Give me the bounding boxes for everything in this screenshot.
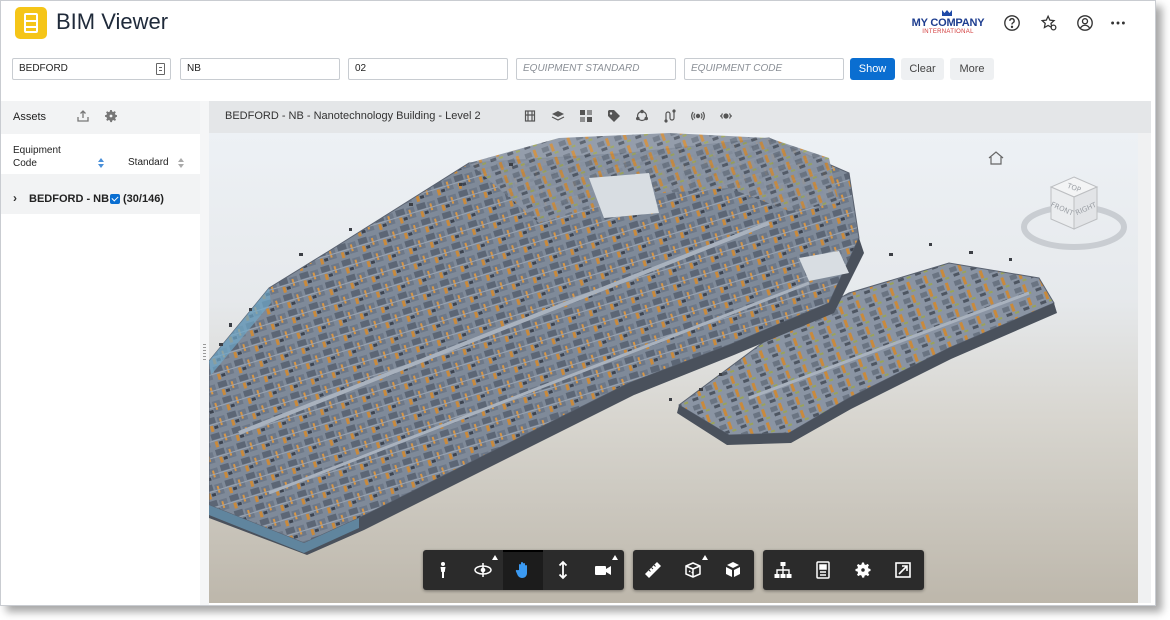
- floor-field[interactable]: 02: [348, 58, 508, 80]
- navigation-toolbar: [423, 550, 624, 590]
- app-header: BIM Viewer MY COMPANY INTERNATIONAL: [1, 1, 1155, 47]
- building-field[interactable]: NB: [180, 58, 340, 80]
- tree-node-checkbox[interactable]: [110, 194, 120, 204]
- viewer-title: BEDFORD - NB - Nanotechnology Building -…: [225, 110, 481, 122]
- value-help-icon[interactable]: [156, 63, 165, 75]
- show-button[interactable]: Show: [850, 58, 895, 80]
- model-viewport[interactable]: TOP FRONT RIGHT: [209, 133, 1138, 603]
- favorite-settings-icon[interactable]: [1039, 13, 1059, 33]
- viewer-scrollbar[interactable]: [1138, 133, 1151, 603]
- first-person-icon[interactable]: [423, 550, 463, 590]
- sensor-icon[interactable]: [691, 109, 705, 123]
- equipment-code-column[interactable]: Equipment Code: [13, 144, 83, 170]
- panel-splitter[interactable]: [200, 101, 209, 605]
- view-cube[interactable]: TOP FRONT RIGHT: [1019, 163, 1129, 253]
- filter-bar: BEDFORD NB 02 EQUIPMENT STANDARD EQUIPME…: [1, 58, 1155, 82]
- splitter-grip-icon[interactable]: [203, 344, 206, 362]
- user-account-icon[interactable]: [1075, 13, 1095, 33]
- orbit-icon[interactable]: [463, 550, 503, 590]
- connected-icon[interactable]: [719, 109, 733, 123]
- more-button[interactable]: More: [950, 58, 994, 80]
- site-field-value: BEDFORD: [19, 63, 68, 74]
- assets-panel: Assets Equipment Code Standard › BEDFORD…: [1, 101, 200, 605]
- floor-plan-icon[interactable]: [523, 109, 537, 123]
- tree-row[interactable]: › BEDFORD - NB (30/146): [1, 187, 200, 209]
- company-logo: MY COMPANY INTERNATIONAL: [909, 10, 987, 37]
- pan-icon[interactable]: [503, 550, 543, 590]
- assets-panel-title: Assets: [13, 111, 47, 123]
- section-icon[interactable]: [673, 550, 713, 590]
- equipment-code-placeholder: EQUIPMENT CODE: [691, 63, 783, 74]
- camera-icon[interactable]: [583, 550, 623, 590]
- settings-icon[interactable]: [103, 108, 119, 124]
- settings-toolbar: [763, 550, 924, 590]
- modeling-toolbar: [633, 550, 754, 590]
- equipment-code-column-line2: Code: [13, 158, 37, 169]
- explode-icon[interactable]: [713, 550, 753, 590]
- standard-column[interactable]: Standard: [128, 157, 169, 168]
- clear-button[interactable]: Clear: [901, 58, 944, 80]
- equipment-standard-field[interactable]: EQUIPMENT STANDARD: [516, 58, 676, 80]
- more-icon[interactable]: [1108, 13, 1128, 33]
- floor-field-value: 02: [355, 63, 367, 74]
- export-icon[interactable]: [75, 108, 91, 124]
- fullscreen-icon[interactable]: [883, 550, 923, 590]
- zoom-icon[interactable]: [543, 550, 583, 590]
- tag-icon[interactable]: [607, 109, 621, 123]
- equipment-code-column-line1: Equipment: [13, 145, 61, 156]
- assets-panel-header: Assets Equipment Code Standard › BEDFORD…: [1, 101, 200, 214]
- company-name: MY COMPANY: [911, 17, 985, 29]
- properties-icon[interactable]: [803, 550, 843, 590]
- equipment-standard-placeholder: EQUIPMENT STANDARD: [523, 63, 640, 74]
- tree-node-label: BEDFORD - NB: [29, 193, 110, 205]
- app-title: BIM Viewer: [56, 9, 169, 34]
- chevron-right-icon[interactable]: ›: [13, 192, 17, 204]
- building-field-value: NB: [187, 63, 201, 74]
- equipment-code-field[interactable]: EQUIPMENT CODE: [684, 58, 844, 80]
- sort-icon[interactable]: [177, 158, 185, 168]
- route-icon[interactable]: [663, 109, 677, 123]
- layers-icon[interactable]: [551, 109, 565, 123]
- company-subtitle: INTERNATIONAL: [922, 29, 974, 35]
- sort-icon[interactable]: [97, 158, 105, 168]
- measure-icon[interactable]: [633, 550, 673, 590]
- help-icon[interactable]: [1002, 13, 1022, 33]
- assets-table-header: Equipment Code Standard: [1, 134, 200, 174]
- app-window: BIM Viewer MY COMPANY INTERNATIONAL BEDF…: [0, 0, 1156, 606]
- tree-node-count: (30/146): [123, 193, 164, 205]
- viewer-toolbar: BEDFORD - NB - Nanotechnology Building -…: [209, 101, 1151, 133]
- site-field[interactable]: BEDFORD: [12, 58, 171, 80]
- settings-icon[interactable]: [843, 550, 883, 590]
- crown-icon: [942, 10, 952, 16]
- app-logo-icon: [15, 7, 47, 39]
- cycle-icon[interactable]: [635, 109, 649, 123]
- model-browser-icon[interactable]: [763, 550, 803, 590]
- home-view-icon[interactable]: [987, 149, 1005, 167]
- zones-icon[interactable]: [579, 109, 593, 123]
- building-model[interactable]: [209, 133, 1138, 603]
